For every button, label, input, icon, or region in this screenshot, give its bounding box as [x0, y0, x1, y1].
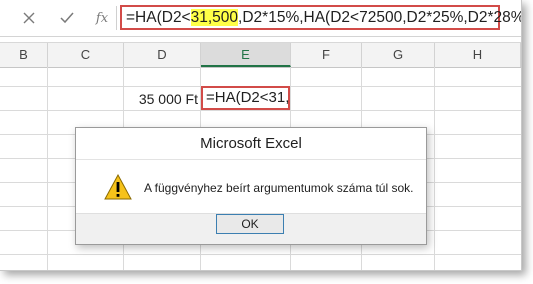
formula-bar: fx =HA(D2<31,500,D2*15%,HA(D2<72500,D2*2… — [0, 0, 521, 37]
grid-line — [434, 67, 435, 270]
column-header-c[interactable]: C — [48, 43, 124, 67]
grid-line — [47, 67, 48, 270]
check-icon[interactable] — [58, 9, 76, 27]
close-icon-glyph — [23, 12, 35, 24]
column-header-h[interactable]: H — [435, 43, 521, 67]
insert-function-button[interactable]: fx — [93, 9, 111, 27]
formula-highlight: 31,500 — [190, 9, 239, 26]
column-header-d[interactable]: D — [124, 43, 201, 67]
ok-button[interactable]: OK — [216, 214, 284, 234]
column-header-f[interactable]: F — [291, 43, 362, 67]
column-header-g[interactable]: G — [362, 43, 435, 67]
column-header-b[interactable]: B — [0, 43, 48, 67]
column-headers: B C D E F G H — [0, 42, 521, 68]
dialog-message: A függvényhez beírt argumentumok száma t… — [144, 181, 414, 195]
formula-prefix: =HA(D2< — [126, 9, 191, 26]
dialog-title: Microsoft Excel — [76, 128, 426, 160]
formula-suffix: ,D2*15%,HA(D2<72500,D2*25%,D2*28%)) — [238, 9, 522, 26]
excel-window: fx =HA(D2<31,500,D2*15%,HA(D2<72500,D2*2… — [0, 0, 522, 271]
grid-line — [0, 254, 521, 255]
close-icon[interactable] — [20, 9, 38, 27]
check-icon-glyph — [60, 12, 74, 24]
warning-icon — [104, 174, 132, 200]
active-cell-e2[interactable]: =HA(D2<31, — [201, 86, 290, 110]
cell-d2[interactable]: 35 000 Ft — [125, 90, 198, 109]
grid-line — [0, 110, 521, 111]
column-header-e[interactable]: E — [201, 43, 291, 67]
formula-bar-divider — [116, 6, 117, 30]
formula-input[interactable]: =HA(D2<31,500,D2*15%,HA(D2<72500,D2*25%,… — [120, 5, 521, 30]
error-dialog: Microsoft Excel A függvényhez beírt argu… — [75, 127, 427, 245]
